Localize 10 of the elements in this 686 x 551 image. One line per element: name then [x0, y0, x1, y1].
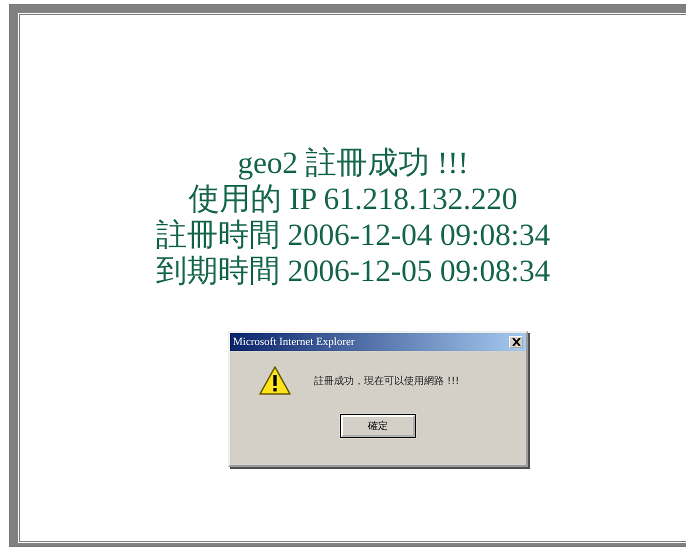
dialog-title: Microsoft Internet Explorer	[233, 336, 355, 348]
message-line: 使用的 IP 61.218.132.220	[188, 181, 518, 217]
message-line: geo2 註冊成功 !!!	[238, 145, 468, 181]
close-button[interactable]	[509, 336, 523, 348]
message-line: 註冊時間 2006-12-04 09:08:34	[156, 217, 550, 253]
ok-button[interactable]: 確定	[341, 415, 415, 437]
dialog-message: 註冊成功，現在可以使用網路 !!!	[314, 374, 460, 388]
close-icon	[512, 338, 520, 346]
warning-icon	[258, 365, 292, 397]
message-line: 到期時間 2006-12-05 09:08:34	[156, 253, 550, 289]
